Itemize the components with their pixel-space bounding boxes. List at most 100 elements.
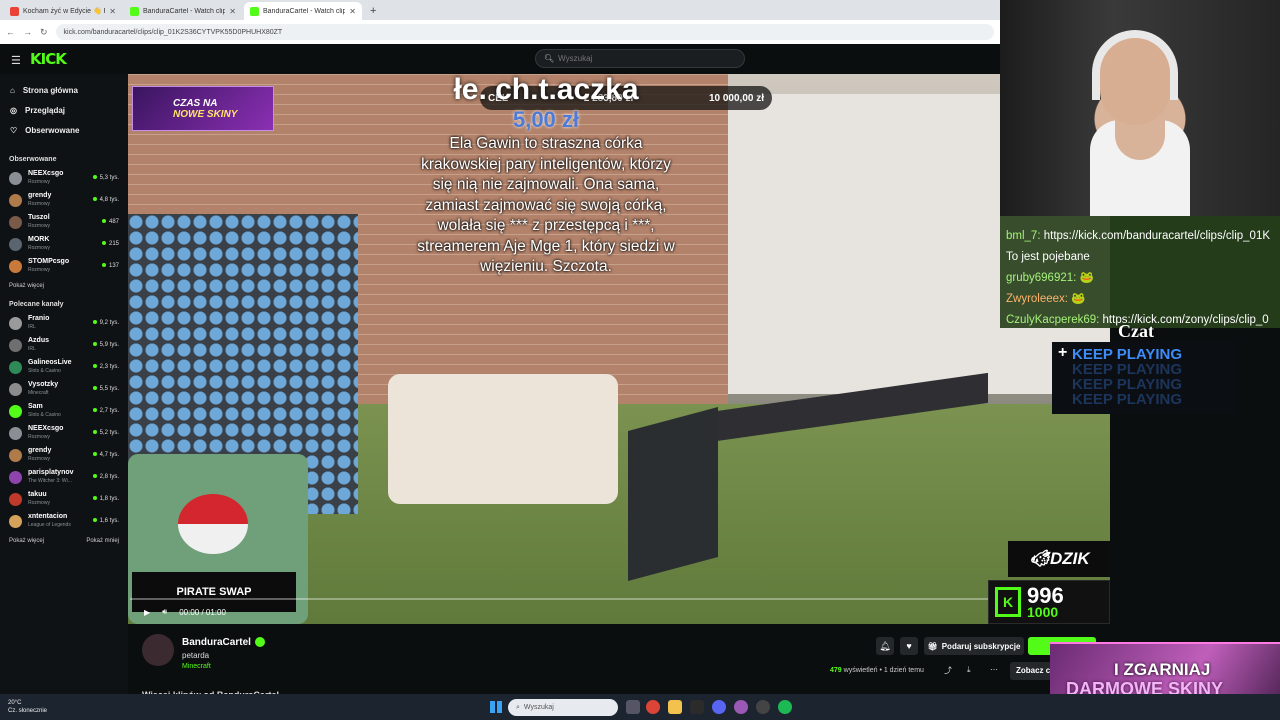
kick-logo[interactable]: KICK (30, 50, 67, 68)
sidebar-channel-tuszol[interactable]: Tuszol Rozmowy 487 (0, 211, 128, 233)
youtube-favicon-icon (10, 6, 19, 16)
channel-name: Azdus (28, 337, 49, 344)
play-icon[interactable]: ▶ (144, 608, 150, 617)
windows-start-icon[interactable] (490, 701, 502, 713)
boar-icon: 🐗︎ (1028, 549, 1050, 568)
chat-message: To jest pojebane (1006, 247, 1274, 268)
avatar (9, 404, 22, 418)
viewer-count: 4,8 tys. (93, 197, 119, 203)
sidebar-channel-grendy[interactable]: grendy Rozmowy 4,7 tys. (0, 444, 128, 466)
clip-category[interactable]: Minecraft (182, 663, 211, 670)
taskbar-search[interactable]: ⌕ Wyszukaj (508, 699, 618, 716)
viewer-count: 2,8 tys. (93, 474, 119, 480)
browser-tab-3[interactable]: BanduraCartel - Watch clips on ✕ (244, 2, 362, 20)
channel-avatar[interactable] (142, 634, 174, 666)
browser-tab-1[interactable]: Kocham żyć w Edycie 👋 Polewy ✕ (4, 2, 122, 20)
app-icon[interactable] (734, 700, 748, 714)
sidebar-channel-sam[interactable]: Sam Slots & Casino 2,7 tys. (0, 400, 128, 422)
views-info: 479 wyświetleń • 1 dzień temu (830, 667, 924, 674)
avatar (9, 215, 22, 229)
sidebar-channel-takuu[interactable]: takuu Rozmowy 1,8 tys. (0, 488, 128, 510)
sidebar-channel-vysotzky[interactable]: Vysotzky Minecraft 5,5 tys. (0, 378, 128, 400)
chat-username[interactable]: Zwyroleeex: (1006, 293, 1068, 305)
gift-sub-label: Podaruj subskrypcje (941, 641, 1021, 651)
gift-icon: 🎁︎ (927, 641, 938, 651)
more-icon[interactable]: ⋯ (990, 665, 998, 674)
channel-name[interactable]: BanduraCartel (182, 637, 251, 648)
streamer-shirt (1090, 120, 1190, 216)
sidebar-channel-parisplatynov[interactable]: parisplatynov The Witcher 3: Wi... 2,8 tys… (0, 466, 128, 488)
sidebar-channel-franio[interactable]: Franio IRL 9,2 tys. (0, 312, 128, 334)
download-icon[interactable]: ⤓ (967, 665, 971, 675)
channel-info: Sam Slots & Casino (28, 403, 87, 419)
donation-message: Ela Gawin to straszna córka krakowskiej … (417, 135, 675, 275)
viewer-count: 2,7 tys. (93, 408, 119, 414)
weather-desc: Cz. słonecznie (8, 708, 48, 714)
search-box[interactable]: 🔍︎ (535, 49, 745, 68)
sidebar-channel-grendy[interactable]: grendy Rozmowy 4,8 tys. (0, 189, 128, 211)
channel-category: Minecraft (28, 390, 49, 396)
chat-username[interactable]: bml_7: (1006, 230, 1041, 242)
chat-message: Zwyroleeex: 🐸 (1006, 289, 1274, 310)
folder-icon[interactable] (668, 700, 682, 714)
heart-icon[interactable]: ♥ (900, 637, 918, 655)
gift-sub-button[interactable]: 🎁︎ Podaruj subskrypcje (924, 637, 1024, 655)
followed-list: NEEXcsgo Rozmowy 5,3 tys. grendy Rozmowy 4,8 … (0, 167, 128, 277)
avatar (9, 259, 22, 273)
viewer-count: 2,3 tys. (93, 364, 119, 370)
sidebar-channel-neexcsgo[interactable]: NEEXcsgo Rozmowy 5,2 tys. (0, 422, 128, 444)
show-more-link[interactable]: Pokaż więcej (9, 283, 44, 289)
task-view-icon[interactable] (626, 700, 640, 714)
back-icon[interactable]: ← (6, 27, 15, 37)
address-bar: ← → ↻ kick.com/banduracartel/clips/clip_… (0, 20, 1000, 44)
channel-info: STOMPcsgo Rozmowy (28, 258, 96, 274)
chrome-icon[interactable] (646, 700, 660, 714)
channel-info: Tuszol Rozmowy (28, 214, 96, 230)
channel-name-row[interactable]: BanduraCartel (182, 637, 265, 648)
notification-bell-icon[interactable]: 🔔︎ (876, 637, 894, 655)
new-tab-button[interactable]: + (364, 2, 382, 20)
sidebar-channel-mork[interactable]: MORK Rozmowy 215 (0, 233, 128, 255)
weather-widget[interactable]: 20°C Cz. słonecznie (8, 699, 47, 715)
channel-category: Rozmowy (28, 245, 50, 251)
dzik-label: DZIK (1049, 549, 1090, 568)
search-icon: ⌕ (516, 703, 520, 711)
sidebar-channel-galineoslive[interactable]: GalineosLive Slots & Casino 2,3 tys. (0, 356, 128, 378)
browser-tab-2[interactable]: BanduraCartel - Watch clips on ✕ (124, 2, 242, 20)
share-icon[interactable]: ⤴ (944, 665, 952, 676)
pokeball-pillow (178, 494, 248, 554)
volume-icon[interactable]: 🔊︎ (162, 607, 167, 617)
show-less-link[interactable]: Pokaż mniej (86, 538, 119, 544)
show-more-link[interactable]: Pokaż więcej (9, 538, 44, 544)
forward-icon[interactable]: → (23, 27, 32, 37)
reload-icon[interactable]: ↻ (40, 27, 48, 38)
sidebar-channel-xntentacion[interactable]: xntentacion League of Legends 1,6 tys. (0, 510, 128, 532)
chat-text: 🐸 (1079, 272, 1094, 284)
sidebar-channel-stompcsgo[interactable]: STOMPcsgo Rozmowy 137 (0, 255, 128, 277)
player-controls: ▶ 🔊︎ 00:00 / 01:00 (128, 600, 1110, 624)
chat-username[interactable]: gruby696921: (1006, 272, 1076, 284)
viewer-count: 215 (102, 241, 119, 247)
viewer-count: 1,8 tys. (93, 496, 119, 502)
spotify-icon[interactable] (778, 700, 792, 714)
chat-message: bml_7: https://kick.com/banduracartel/cl… (1006, 226, 1274, 247)
chat-message: gruby696921: 🐸 (1006, 268, 1274, 289)
chat-username[interactable]: CzulyKacperek69: (1006, 314, 1099, 326)
sidebar-channel-azdus[interactable]: Azdus IRL 5,9 tys. (0, 334, 128, 356)
obs-icon[interactable] (756, 700, 770, 714)
search-icon: 🔍︎ (544, 54, 555, 63)
menu-icon[interactable]: ☰ (11, 54, 21, 67)
sidebar-channel-neexcsgo[interactable]: NEEXcsgo Rozmowy 5,3 tys. (0, 167, 128, 189)
discord-icon[interactable] (712, 700, 726, 714)
close-tab-icon[interactable]: ✕ (349, 7, 356, 16)
close-tab-icon[interactable]: ✕ (109, 7, 116, 16)
url-field[interactable]: kick.com/banduracartel/clips/clip_01K2S3… (55, 24, 994, 40)
terminal-icon[interactable] (690, 700, 704, 714)
views-label: wyświetleń (843, 667, 878, 674)
donation-amount: 5,00 zł (512, 107, 580, 132)
search-input[interactable] (558, 54, 729, 63)
channel-info: parisplatynov The Witcher 3: Wi... (28, 469, 87, 485)
channel-info: grendy Rozmowy (28, 192, 87, 208)
close-tab-icon[interactable]: ✕ (229, 7, 236, 16)
channel-category: Rozmowy (28, 201, 50, 207)
